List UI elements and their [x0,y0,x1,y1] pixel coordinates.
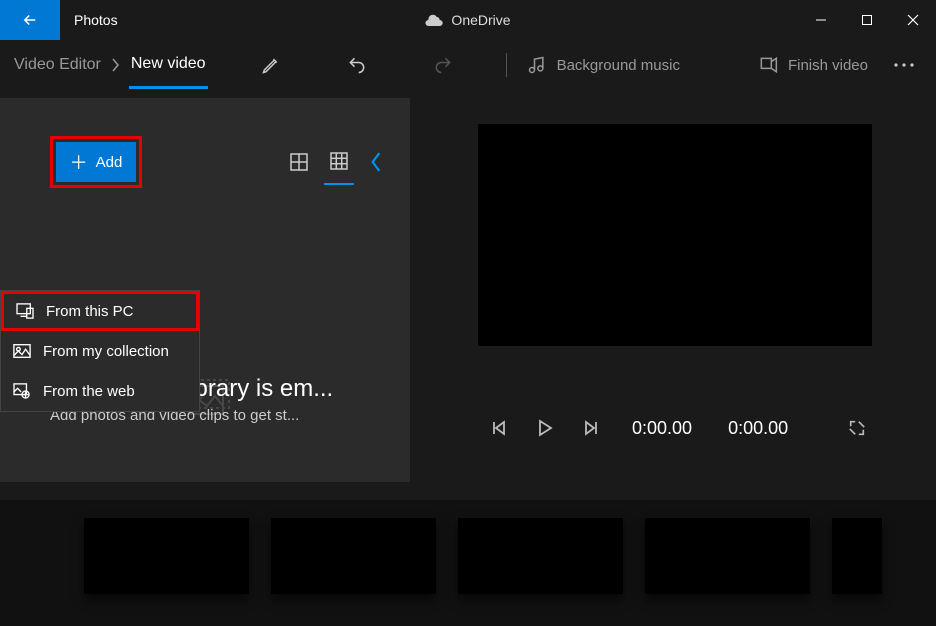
pencil-icon [261,55,281,75]
library-view-switcher [284,139,382,185]
grid-large-view-button[interactable] [284,139,314,185]
redo-icon [432,55,454,75]
plus-icon: ＋ [70,149,88,175]
fullscreen-icon [848,419,866,437]
onedrive-status[interactable]: OneDrive [425,12,510,28]
play-button[interactable] [524,408,566,448]
fullscreen-button[interactable] [836,408,878,448]
undo-icon [346,55,368,75]
step-forward-icon [583,420,599,436]
more-button[interactable] [884,41,924,89]
next-frame-button[interactable] [570,408,612,448]
menu-label-from-pc: From this PC [46,303,134,320]
export-icon [758,55,778,75]
menu-item-from-collection[interactable]: From my collection [1,331,199,371]
monitor-icon [16,303,36,319]
menu-item-from-web[interactable]: From the web [1,371,199,411]
onedrive-label: OneDrive [451,12,510,28]
video-preview[interactable] [478,124,872,346]
breadcrumb-current[interactable]: New video [129,41,208,89]
add-label: Add [96,154,123,171]
step-back-icon [491,420,507,436]
ellipsis-icon [894,62,914,68]
globe-image-icon [13,383,33,399]
add-button[interactable]: ＋ Add [56,142,136,182]
storyboard-slot[interactable] [645,518,810,594]
grid-2x2-icon [290,153,308,171]
toolbar: Video Editor New video Background music … [0,40,936,90]
grid-small-view-button[interactable] [324,139,354,185]
storyboard-slot[interactable] [832,518,882,594]
menu-label-from-web: From the web [43,383,135,400]
player-controls: 0:00.00 0:00.00 [478,408,878,448]
close-button[interactable] [890,0,936,40]
add-menu: From this PC From my collection From the… [0,290,200,412]
toolbar-separator [506,53,507,77]
breadcrumb-root[interactable]: Video Editor [12,41,103,89]
maximize-button[interactable] [844,0,890,40]
background-music-label: Background music [557,57,680,74]
app-title: Photos [74,12,118,28]
storyboard-slot[interactable] [84,518,249,594]
cloud-icon [425,14,443,26]
menu-item-from-this-pc[interactable]: From this PC [1,291,199,331]
back-button[interactable] [0,0,60,40]
storyboard-slot[interactable] [458,518,623,594]
breadcrumb: Video Editor New video [12,41,208,89]
library-toolbar: ＋ Add [0,98,410,188]
time-total: 0:00.00 [728,418,788,439]
image-icon [13,343,33,359]
chevron-right-icon [111,58,121,72]
chevron-left-icon [370,152,382,172]
collapse-library-button[interactable] [370,152,382,172]
window-controls [798,0,936,40]
highlight-add-button: ＋ Add [50,136,142,188]
undo-button[interactable] [334,41,380,89]
finish-video-label: Finish video [788,57,868,74]
minimize-button[interactable] [798,0,844,40]
storyboard[interactable] [0,500,936,626]
background-music-button[interactable]: Background music [523,41,684,89]
title-bar: Photos OneDrive [0,0,936,40]
rename-button[interactable] [248,41,294,89]
grid-3x3-icon [330,152,348,170]
previous-frame-button[interactable] [478,408,520,448]
storyboard-slot[interactable] [271,518,436,594]
arrow-left-icon [21,11,39,29]
play-icon [537,419,553,437]
time-current: 0:00.00 [632,418,692,439]
redo-button[interactable] [420,41,466,89]
music-icon [527,55,547,75]
menu-label-from-collection: From my collection [43,343,169,360]
finish-video-button[interactable]: Finish video [754,41,872,89]
main-area: ＋ Add Your project library is em... [0,90,936,520]
